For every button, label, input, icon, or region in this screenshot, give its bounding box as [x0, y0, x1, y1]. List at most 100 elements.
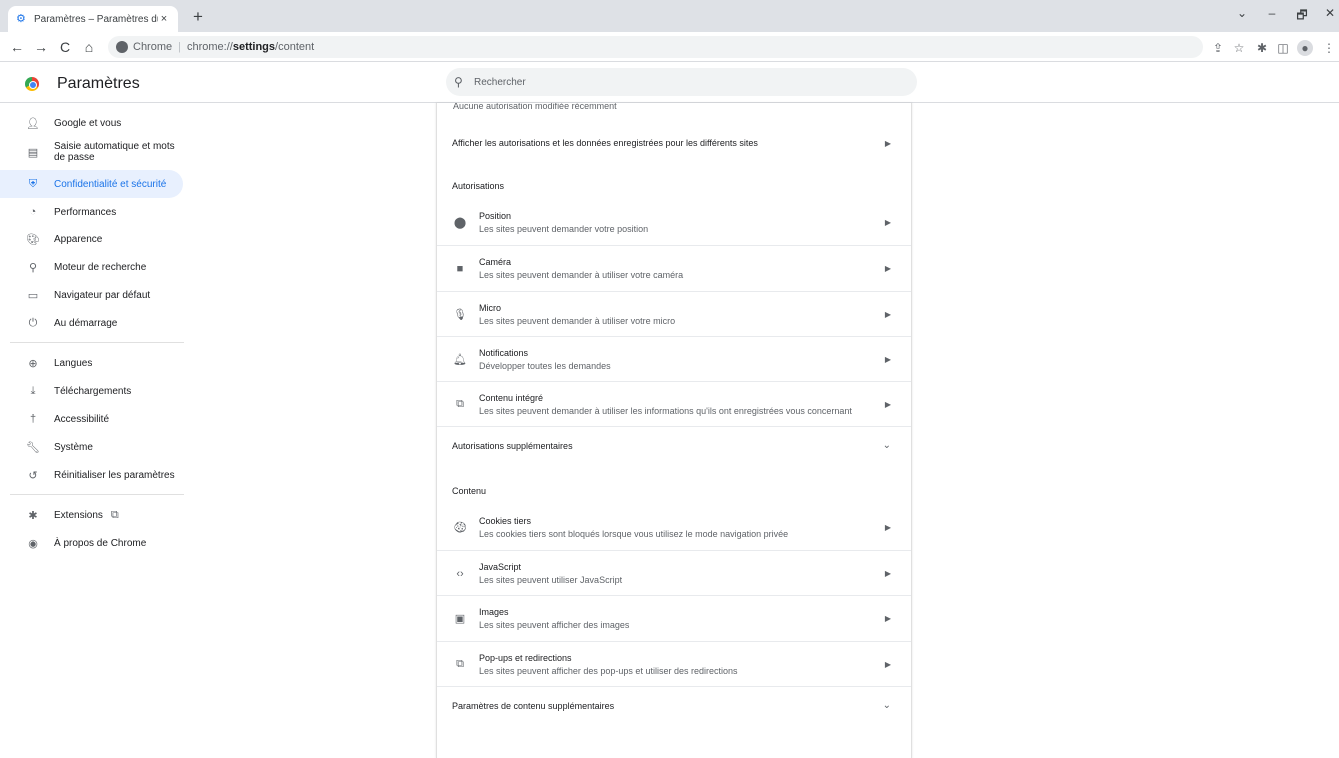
url-suffix: /content	[275, 41, 315, 53]
restore-button[interactable]: 🗗	[1292, 6, 1312, 27]
forward-button[interactable]: →	[30, 36, 52, 58]
puzzle-icon: ✱	[28, 509, 38, 522]
row-desc: Les sites peuvent demander votre positio…	[479, 223, 649, 234]
sidebar-item-label: Langues	[54, 357, 93, 369]
additional-content-row[interactable]: Paramètres de contenu supplémentaires ⌄	[437, 686, 911, 724]
sidebar-item-downloads[interactable]: ⤓ Téléchargements	[0, 381, 183, 401]
row-desc: Les sites peuvent afficher des images	[479, 620, 630, 630]
row-title: Notifications	[479, 348, 529, 358]
gear-icon: ⚙	[16, 13, 26, 25]
code-icon: ‹›	[456, 567, 464, 580]
location-pin-icon: ⬤	[453, 216, 467, 229]
tab-settings[interactable]: ⚙ Paramètres – Paramètres du site ×	[8, 6, 178, 32]
reload-button[interactable]: C	[54, 36, 76, 58]
permission-row-microphone[interactable]: 🎙︎ Micro Les sites peuvent demander à uti…	[437, 291, 911, 337]
content-row-javascript[interactable]: ‹› JavaScript Les sites peuvent utiliser …	[437, 550, 911, 596]
side-panel-icon[interactable]: ◫	[1275, 40, 1291, 56]
profile-avatar[interactable]: ●	[1297, 40, 1313, 56]
permission-row-camera[interactable]: ■ Caméra Les sites peuvent demander à uti…	[437, 245, 911, 291]
row-title: Contenu intégré	[479, 393, 544, 403]
sidebar-item-label: Confidentialité et sécurité	[54, 178, 167, 190]
row-title: Micro	[479, 303, 501, 313]
image-icon: ▣	[454, 613, 466, 625]
browser-icon: ▭	[27, 289, 39, 302]
tab-search-button[interactable]: ⌄	[1232, 6, 1252, 20]
extensions-puzzle-icon[interactable]: ✱	[1254, 40, 1270, 56]
sidebar-item-label: Performances	[54, 206, 117, 218]
new-tab-button[interactable]: +	[188, 7, 208, 27]
url-separator: |	[178, 41, 181, 53]
additional-content-label: Paramètres de contenu supplémentaires	[452, 700, 615, 711]
sidebar-item-appearance[interactable]: 🎨︎ Apparence	[0, 229, 183, 249]
chrome-icon	[116, 41, 128, 53]
search-placeholder[interactable]: Rechercher	[474, 77, 526, 88]
site-settings-card: Aucune autorisation modifiée récemment A…	[436, 103, 912, 758]
sidebar-item-performance[interactable]: ◔ Performances	[0, 202, 183, 222]
cookie-icon: 🍪︎	[453, 521, 467, 534]
url-main: settings	[232, 41, 276, 53]
minimize-button[interactable]: –	[1262, 6, 1282, 20]
tab-close-button[interactable]: ×	[158, 13, 170, 25]
permission-row-notifications[interactable]: 🔔︎ Notifications Développer toutes les de…	[437, 336, 911, 382]
sidebar-item-autofill[interactable]: ▤ Saisie automatique et mots de passe	[0, 138, 183, 166]
sidebar-item-about[interactable]: ◉ À propos de Chrome	[0, 533, 183, 553]
row-desc: Les sites peuvent demander à utiliser vo…	[479, 316, 676, 326]
close-window-button[interactable]: ✕	[1320, 6, 1339, 20]
content-heading: Contenu	[452, 486, 487, 496]
home-button[interactable]: ⌂	[78, 36, 100, 58]
sidebar-item-label: Moteur de recherche	[54, 261, 147, 273]
row-title: Cookies tiers	[479, 515, 532, 526]
permissions-heading: Autorisations	[452, 181, 505, 191]
reset-icon: ↺	[28, 469, 38, 482]
all-sites-row[interactable]: Afficher les autorisations et les donnée…	[437, 120, 911, 166]
content-row-cookies[interactable]: 🍪︎ Cookies tiers Les cookies tiers sont b…	[437, 504, 911, 550]
sidebar-item-default-browser[interactable]: ▭ Navigateur par défaut	[0, 285, 183, 305]
chrome-icon: ◉	[28, 537, 38, 550]
chevron-right-icon: ▶	[884, 614, 891, 623]
chevron-right-icon: ▶	[884, 217, 891, 227]
permission-row-location[interactable]: ⬤ Position Les sites peuvent demander vot…	[437, 199, 911, 245]
sidebar-item-on-startup[interactable]: ⏻ Au démarrage	[0, 313, 183, 333]
chevron-down-icon: ⌄	[882, 440, 891, 451]
additional-permissions-label: Autorisations supplémentaires	[452, 440, 573, 451]
content-row-popups[interactable]: ⧉ Pop-ups et redirections Les sites peuve…	[437, 641, 911, 687]
sidebar-item-label: À propos de Chrome	[54, 537, 147, 549]
page-title: Paramètres	[57, 75, 140, 92]
embedded-content-icon: ⧉	[456, 398, 464, 410]
chrome-logo-icon	[25, 77, 39, 91]
sidebar-item-reset[interactable]: ↺ Réinitialiser les paramètres	[0, 465, 183, 485]
menu-kebab-icon[interactable]: ⋮	[1321, 40, 1337, 56]
microphone-icon: 🎙︎	[453, 309, 467, 321]
external-link-icon: ⧉	[110, 508, 119, 521]
sidebar-item-privacy[interactable]: ⛨ Confidentialité et sécurité	[0, 170, 183, 198]
chevron-down-icon: ⌄	[882, 700, 891, 711]
speedometer-icon: ◔	[29, 206, 37, 218]
sidebar-item-system[interactable]: 🔧︎ Système	[0, 437, 183, 457]
chevron-right-icon: ▶	[884, 660, 891, 669]
additional-permissions-row[interactable]: Autorisations supplémentaires ⌄	[437, 426, 911, 464]
back-button[interactable]: ←	[6, 36, 28, 58]
row-desc: Les cookies tiers sont bloqués lorsque v…	[479, 528, 789, 539]
address-bar[interactable]: Chrome | chrome://settings/content	[108, 36, 1203, 58]
sidebar-item-languages[interactable]: ⊕ Langues	[0, 353, 183, 373]
all-sites-label: Afficher les autorisations et les donnée…	[452, 138, 758, 148]
sidebar-item-label: Navigateur par défaut	[54, 289, 151, 301]
settings-search[interactable]: ⚲ Rechercher	[446, 68, 917, 96]
chevron-right-icon: ▶	[884, 138, 891, 148]
sidebar-item-extensions[interactable]: ✱ Extensions ⧉	[0, 505, 183, 525]
sidebar-item-search-engine[interactable]: ⚲ Moteur de recherche	[0, 257, 183, 277]
sidebar-item-accessibility[interactable]: † Accessibilité	[0, 409, 183, 429]
accessibility-icon: †	[29, 413, 37, 425]
bookmark-star-icon[interactable]: ☆	[1231, 40, 1247, 56]
content-row-images[interactable]: ▣ Images Les sites peuvent afficher des i…	[437, 595, 911, 641]
permission-row-embedded-content[interactable]: ⧉ Contenu intégré Les sites peuvent deman…	[437, 381, 911, 427]
sidebar-item-label: Réinitialiser les paramètres	[54, 469, 175, 481]
power-icon: ⏻	[28, 316, 38, 329]
palette-icon: 🎨︎	[26, 233, 40, 246]
row-title: Caméra	[479, 257, 512, 267]
sidebar-item-google[interactable]: 👤︎ Google et vous	[0, 114, 183, 132]
person-icon: 👤︎	[26, 117, 40, 130]
share-icon[interactable]: ⇪	[1210, 40, 1226, 56]
camera-icon: ■	[456, 262, 464, 275]
bell-icon: 🔔︎	[453, 354, 467, 366]
